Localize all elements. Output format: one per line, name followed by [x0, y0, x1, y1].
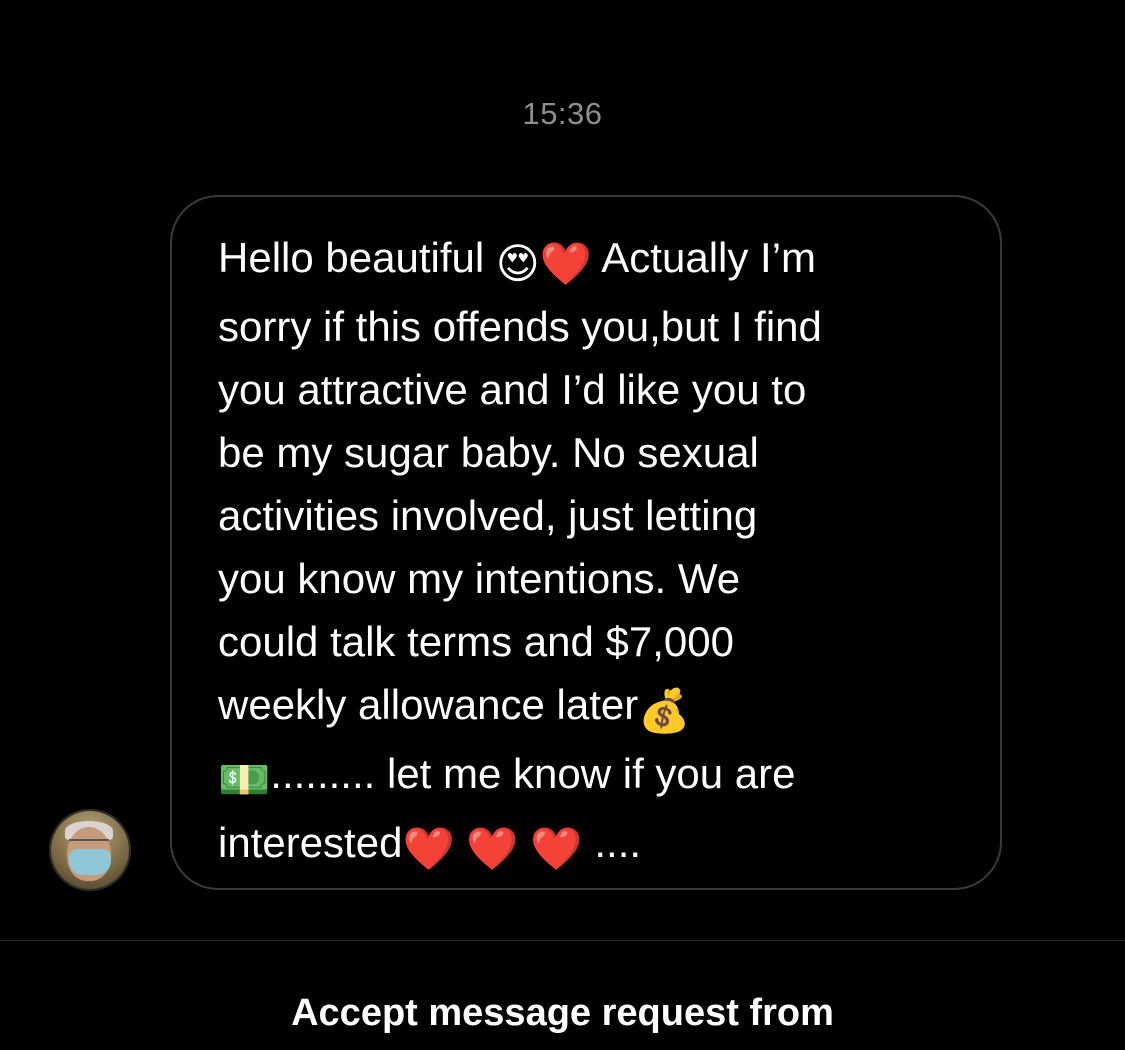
message-line-1b: Actually I’m	[591, 234, 817, 281]
message-line-3: you attractive and I’d like you to	[218, 366, 807, 413]
message-line-9: ......... let me know if you are	[270, 750, 796, 797]
message-line-1a: Hello beautiful	[218, 234, 496, 281]
accept-request-title: Accept message request from	[291, 992, 834, 1034]
message-line-10-end: ....	[582, 819, 642, 866]
avatar-face-mask	[69, 849, 111, 875]
red-hearts-emoji-icon: ❤️ ❤️ ❤️	[402, 825, 583, 872]
message-line-4: be my sugar baby. No sexual	[218, 429, 759, 476]
message-timestamp: 15:36	[522, 96, 603, 131]
message-line-7: could talk terms and $7,000	[218, 618, 734, 665]
red-heart-emoji-icon: ❤️	[539, 240, 592, 287]
avatar-glasses	[69, 839, 109, 849]
message-line-8: weekly allowance later	[218, 681, 639, 728]
message-text: Hello beautiful 😍❤️ Actually I’m sorry i…	[218, 226, 978, 880]
dollar-banknote-emoji-icon: 💵	[218, 756, 271, 803]
heart-eyes-emoji-icon: 😍	[495, 240, 540, 287]
message-line-5: activities involved, just letting	[218, 492, 758, 539]
message-line-2: sorry if this offends you,but I find	[218, 303, 822, 350]
message-line-10: interested	[218, 819, 403, 866]
section-divider	[0, 940, 1125, 941]
sender-avatar[interactable]	[49, 809, 131, 891]
money-bag-emoji-icon: 💰	[638, 687, 691, 734]
message-line-6: you know my intentions. We	[218, 555, 741, 602]
